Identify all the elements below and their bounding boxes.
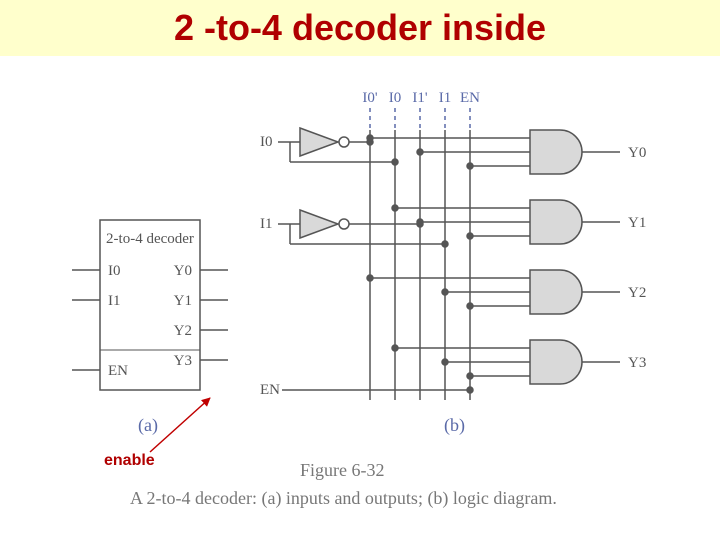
pin-en: EN xyxy=(108,363,128,379)
rail-i0: I0 xyxy=(389,90,402,106)
pin-i1: I1 xyxy=(108,293,121,309)
block-name-line1: 2-to-4 decoder xyxy=(106,231,194,247)
out-y1: Y1 xyxy=(628,215,646,231)
out-y3: Y3 xyxy=(628,355,646,371)
rail-i0p: I0' xyxy=(362,90,377,106)
in-en: EN xyxy=(260,382,280,398)
pin-y2: Y2 xyxy=(174,323,192,339)
out-y0: Y0 xyxy=(628,145,646,161)
pin-y1: Y1 xyxy=(174,293,192,309)
logic-diagram: I0' I0 I1' I1 EN I0 I1 EN xyxy=(260,90,646,400)
in-i0: I0 xyxy=(260,134,273,150)
rail-en: EN xyxy=(460,90,480,106)
pin-y0: Y0 xyxy=(174,263,192,279)
in-i1: I1 xyxy=(260,216,273,232)
rail-i1: I1 xyxy=(439,90,452,106)
pin-i0: I0 xyxy=(108,263,121,279)
pin-y3: Y3 xyxy=(174,353,192,369)
rail-i1p: I1' xyxy=(412,90,427,106)
block-symbol: 2-to-4 decoder I0 I1 EN Y0 Y1 Y2 Y3 xyxy=(72,220,228,390)
diagram-svg: 2-to-4 decoder I0 I1 EN Y0 Y1 Y2 Y3 xyxy=(0,0,720,540)
out-y2: Y2 xyxy=(628,285,646,301)
enable-arrow xyxy=(150,398,210,452)
